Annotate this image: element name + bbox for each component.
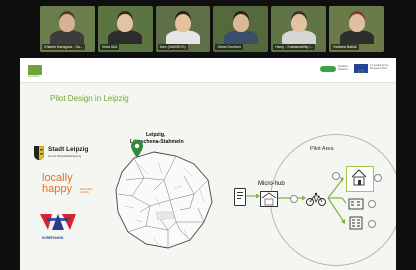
pilot-area-circle [270, 134, 396, 266]
parcel-badge-icon [374, 174, 382, 182]
microhub-label: Micro-hub [258, 181, 285, 187]
pilot-area-label: Pilot Area [310, 146, 334, 152]
kurefunion-logo [40, 214, 76, 230]
kurefunion-label: KUREFUNION [42, 236, 64, 240]
participant-tile[interactable]: Svitlana Balluk [329, 6, 384, 52]
participant-name: Viola Süß [99, 43, 120, 50]
parcel-badge-icon [368, 200, 376, 208]
participant-tile[interactable]: Viola Süß [97, 6, 153, 52]
participant-name: Olivia Dechner [215, 43, 244, 50]
dvt-logo-text: Deutsche Verkehrs- [338, 65, 349, 71]
participant-name: Chiseln Karagooz - Su... [42, 43, 85, 50]
eu-flag-icon [354, 64, 368, 76]
smartphone-icon [234, 188, 246, 206]
map-label-city: Leipzig, [146, 132, 166, 138]
participant-tile[interactable]: Chiseln Karagooz - Su... [40, 6, 95, 52]
svg-text:·: · [136, 216, 137, 219]
dvt-logo [320, 66, 336, 72]
participant-name: Svitlana Balluk [331, 43, 359, 50]
parcel-badge-icon [368, 220, 376, 228]
svg-text:·: · [190, 182, 191, 185]
participant-tile[interactable]: Harry - Sustainability I... [271, 6, 327, 52]
eu-funding-text: Co-funded by the European Union [370, 64, 389, 70]
svg-text:·: · [138, 168, 139, 171]
leipzig-district-map: · · · · · · [115, 151, 213, 249]
locally-happy-subtitle: REGIONAL GOODS [80, 188, 93, 194]
leipzig-subtitle: Amt für Wirtschaftsförderung [48, 155, 82, 158]
slide-header: FlexiHubs Deutsche Verkehrs- Co-funded b… [20, 58, 396, 83]
cargo-bike-icon [306, 192, 326, 206]
participant-name: Harry - Sustainability I... [273, 43, 316, 50]
slide-title: Pilot Design in Leipzig [50, 94, 129, 103]
participant-strip: Chiseln Karagooz - Su... Viola Süß Alex … [40, 6, 384, 52]
flexihubs-logo [28, 65, 42, 75]
apartment-building-icon [348, 198, 364, 210]
svg-text:·: · [180, 210, 181, 213]
participant-name: Alex (VAIBROS) [157, 43, 188, 50]
house-icon [351, 169, 367, 186]
shared-slide: FlexiHubs Deutsche Verkehrs- Co-funded b… [20, 58, 396, 270]
leipzig-name: Stadt Leipzig [48, 146, 89, 153]
leipzig-coat-of-arms-icon [34, 146, 44, 160]
participant-tile[interactable]: Alex (VAIBROS) [155, 6, 211, 52]
svg-text:·: · [154, 194, 155, 197]
locally-happy-logo-text-2: happy [42, 183, 72, 195]
svg-text:·: · [168, 166, 169, 169]
parcel-badge-icon [332, 172, 340, 180]
map-location-pin-icon [131, 140, 143, 158]
office-building-icon [349, 216, 363, 230]
flexihubs-logo-text: FlexiHubs [28, 75, 40, 78]
parcel-badge-icon [290, 195, 298, 203]
participant-tile[interactable]: Olivia Dechner [213, 6, 269, 52]
microhub-icon [260, 191, 278, 207]
